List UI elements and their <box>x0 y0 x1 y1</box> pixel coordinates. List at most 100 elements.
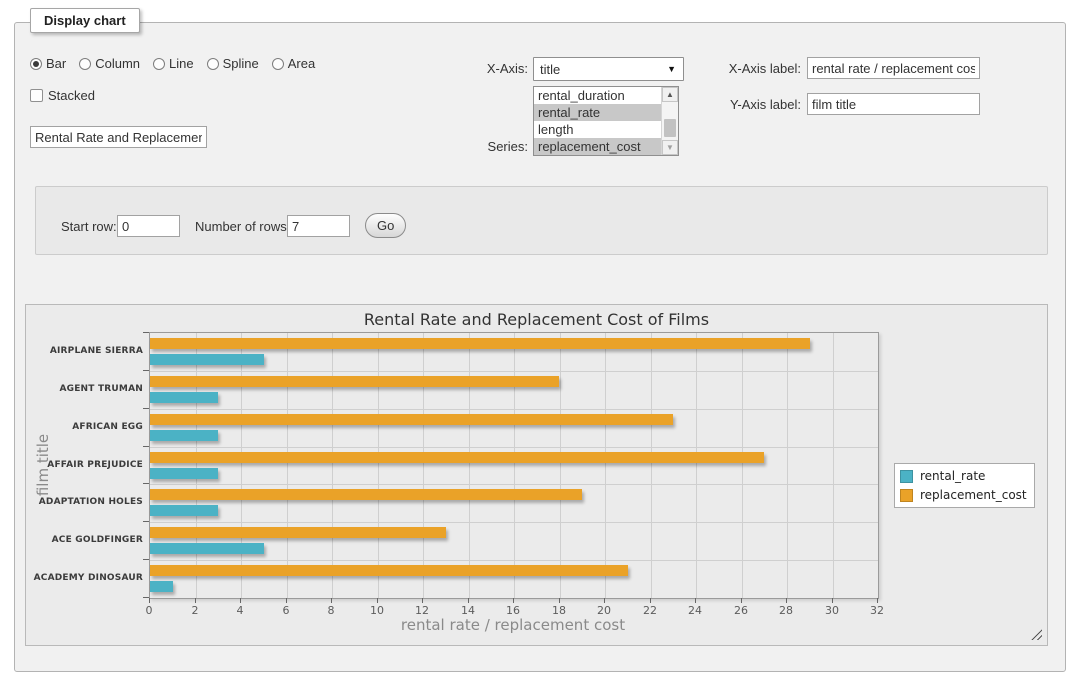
chart-type-label: Area <box>288 56 315 71</box>
legend-entry-rental_rate: rental_rate <box>900 469 1027 483</box>
x-axis-tick-label: 8 <box>316 604 346 617</box>
category-label: ACE GOLDFINGER <box>29 535 143 545</box>
gridline-horizontal <box>150 522 878 523</box>
chart-type-label: Spline <box>223 56 259 71</box>
bar-replacement_cost <box>150 338 810 349</box>
scrollbar-thumb[interactable] <box>664 119 676 137</box>
gridline-vertical <box>742 333 743 598</box>
bar-replacement_cost <box>150 376 559 387</box>
x-axis-tick-label: 0 <box>134 604 164 617</box>
legend-swatch <box>900 489 913 502</box>
x-axis-tick <box>650 598 651 603</box>
stacked-checkbox[interactable] <box>30 89 43 102</box>
gridline-vertical <box>696 333 697 598</box>
panel-title: Display chart <box>30 8 140 33</box>
x-axis-select-label: X-Axis: <box>438 61 528 76</box>
series-scrollbar[interactable]: ▲ ▼ <box>661 87 678 155</box>
chart-type-radio-area[interactable]: Area <box>272 56 315 71</box>
x-axis-tick-label: 2 <box>180 604 210 617</box>
y-axis-label-label: Y-Axis label: <box>711 97 801 112</box>
x-axis-tick <box>604 598 605 603</box>
resize-grip-icon[interactable] <box>1031 629 1042 640</box>
go-button[interactable]: Go <box>365 213 406 238</box>
x-axis-tick <box>741 598 742 603</box>
radio-dot <box>33 61 39 67</box>
gridline-vertical <box>378 333 379 598</box>
gridline-vertical <box>833 333 834 598</box>
gridline-vertical <box>787 333 788 598</box>
bar-replacement_cost <box>150 565 628 576</box>
x-axis-tick-label: 20 <box>589 604 619 617</box>
gridline-vertical <box>423 333 424 598</box>
chart-title-input[interactable] <box>30 126 207 148</box>
x-axis-tick <box>331 598 332 603</box>
x-axis-tick-label: 12 <box>407 604 437 617</box>
bar-replacement_cost <box>150 452 764 463</box>
y-axis-tick <box>143 521 149 522</box>
x-axis-tick-label: 14 <box>453 604 483 617</box>
start-row-input[interactable] <box>117 215 180 237</box>
series-option-replacement_cost[interactable]: replacement_cost <box>534 138 678 155</box>
series-option-length[interactable]: length <box>534 121 678 138</box>
chart-plot-area <box>149 332 879 599</box>
gridline-vertical <box>287 333 288 598</box>
gridline-horizontal <box>150 371 878 372</box>
start-row-label: Start row: <box>61 219 117 234</box>
y-axis-tick <box>143 408 149 409</box>
x-axis-tick-label: 24 <box>680 604 710 617</box>
chevron-down-icon: ▼ <box>667 64 676 74</box>
legend-entry-replacement_cost: replacement_cost <box>900 488 1027 502</box>
legend-swatch <box>900 470 913 483</box>
scroll-up-icon[interactable]: ▲ <box>662 87 678 102</box>
category-label: AFRICAN EGG <box>29 422 143 432</box>
y-axis-tick <box>143 483 149 484</box>
gridline-horizontal <box>150 409 878 410</box>
series-multiselect[interactable]: rental_durationrental_ratelengthreplacem… <box>533 86 679 156</box>
legend-label: replacement_cost <box>920 488 1027 502</box>
x-axis-tick-label: 4 <box>225 604 255 617</box>
chart-type-radio-bar[interactable]: Bar <box>30 56 66 71</box>
x-axis-tick <box>559 598 560 603</box>
x-axis-tick <box>240 598 241 603</box>
gridline-horizontal <box>150 560 878 561</box>
x-axis-tick-label: 32 <box>862 604 892 617</box>
chart-type-radio-line[interactable]: Line <box>153 56 194 71</box>
bar-rental_rate <box>150 581 173 592</box>
number-of-rows-input[interactable] <box>287 215 350 237</box>
x-axis-title: rental rate / replacement cost <box>149 616 877 634</box>
x-axis-select[interactable]: title ▼ <box>533 57 684 81</box>
gridline-vertical <box>560 333 561 598</box>
radio-icon <box>79 58 91 70</box>
chart-type-radio-spline[interactable]: Spline <box>207 56 259 71</box>
bar-replacement_cost <box>150 527 446 538</box>
x-axis-label-input[interactable] <box>807 57 980 79</box>
y-axis-tick <box>143 446 149 447</box>
x-axis-label-label: X-Axis label: <box>711 61 801 76</box>
gridline-vertical <box>469 333 470 598</box>
category-label: AFFAIR PREJUDICE <box>29 460 143 470</box>
radio-icon <box>153 58 165 70</box>
series-option-rental_rate[interactable]: rental_rate <box>534 104 678 121</box>
x-axis-tick <box>877 598 878 603</box>
gridline-vertical <box>196 333 197 598</box>
x-axis-selected-value: title <box>540 62 560 77</box>
x-axis-tick <box>195 598 196 603</box>
gridline-vertical <box>514 333 515 598</box>
chart-type-label: Column <box>95 56 140 71</box>
chart-type-label: Bar <box>46 56 66 71</box>
bar-replacement_cost <box>150 414 673 425</box>
chart-legend: rental_rate replacement_cost <box>894 463 1035 508</box>
x-axis-tick-label: 6 <box>271 604 301 617</box>
rows-form: Start row: Number of rows: Go <box>35 186 1048 255</box>
category-label: AIRPLANE SIERRA <box>29 346 143 356</box>
x-axis-tick <box>422 598 423 603</box>
gridline-vertical <box>241 333 242 598</box>
gridline-vertical <box>651 333 652 598</box>
chart-type-radio-column[interactable]: Column <box>79 56 140 71</box>
chart-container: Rental Rate and Replacement Cost of Film… <box>25 304 1048 646</box>
scroll-down-icon[interactable]: ▼ <box>662 140 678 155</box>
series-option-rental_duration[interactable]: rental_duration <box>534 87 678 104</box>
y-axis-label-input[interactable] <box>807 93 980 115</box>
page: Display chart Bar Column Line Spline Area St… <box>0 0 1081 681</box>
stacked-row: Stacked <box>30 88 95 103</box>
